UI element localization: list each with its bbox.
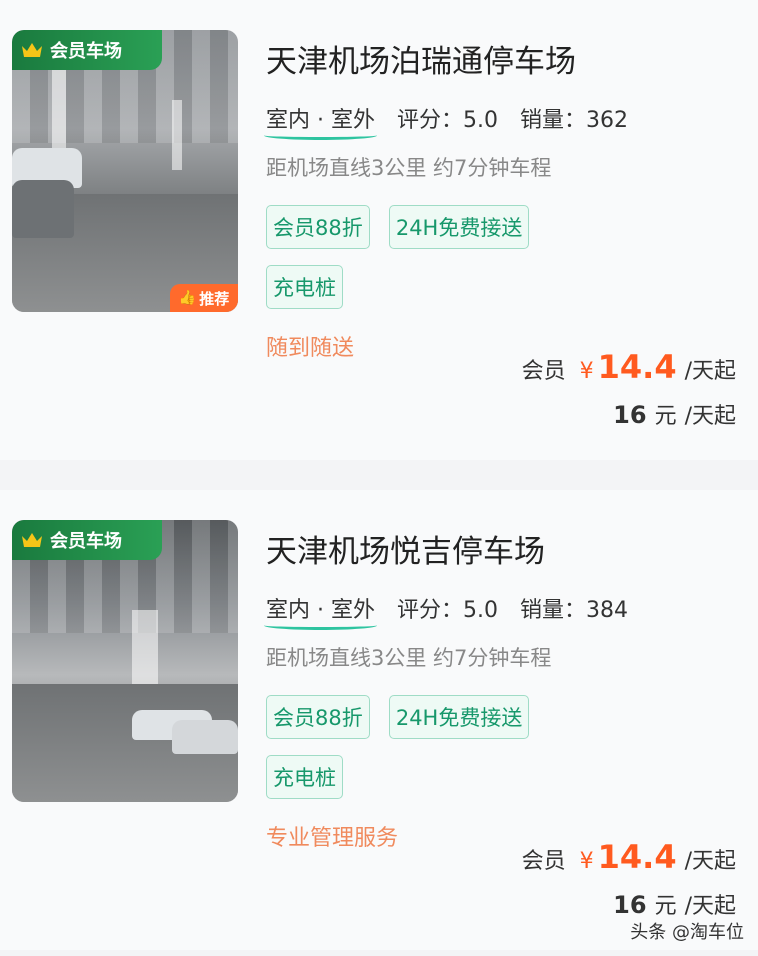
member-price-amount: 14.4 [597, 838, 677, 876]
member-lot-badge: 会员车场 [12, 520, 162, 560]
member-price-label: 会员 [521, 849, 566, 874]
currency-symbol: ¥ [579, 849, 594, 874]
lot-sales: 销量：362 [519, 108, 628, 133]
tag-discount: 会员88折 [266, 695, 370, 739]
member-badge-label: 会员车场 [50, 531, 122, 552]
lot-type: 室内 · 室外 [264, 102, 377, 140]
member-price-label: 会员 [521, 359, 566, 384]
recommend-badge: 👍 推荐 [170, 284, 238, 312]
parking-lot-meta: 室内 · 室外 评分：5.0 销量：384 [264, 592, 628, 630]
parking-listing-card[interactable]: 会员车场 👍 推荐 天津机场泊瑞通停车场 室内 · 室外 评分：5.0 销量：3… [0, 0, 758, 460]
lot-rating: 评分：5.0 [396, 108, 498, 133]
distance-info: 距机场直线3公里 约7分钟车程 [266, 156, 552, 180]
price-unit: /天起 [684, 849, 736, 874]
photo-pillar [172, 100, 182, 170]
photo-car [172, 720, 238, 754]
tag-shuttle: 24H免费接送 [388, 695, 530, 739]
lot-sales: 销量：384 [519, 598, 628, 623]
lot-rating: 评分：5.0 [396, 598, 498, 623]
parking-lot-meta: 室内 · 室外 评分：5.0 销量：362 [264, 102, 628, 140]
lot-type: 室内 · 室外 [264, 592, 377, 630]
tag-discount: 会员88折 [266, 205, 370, 249]
regular-price: 16 元 /天起 [613, 888, 736, 920]
thumbs-up-icon: 👍 [178, 290, 197, 306]
parking-lot-name[interactable]: 天津机场泊瑞通停车场 [266, 36, 576, 81]
service-note: 随到随送 [266, 336, 355, 361]
regular-price-unit: /天起 [684, 894, 736, 919]
member-price: 会员 ¥ 14.4 /天起 [522, 838, 736, 876]
photo-car [12, 180, 74, 238]
parking-lot-photo[interactable]: 会员车场 [12, 520, 238, 802]
source-watermark: 头条 @淘车位 [630, 922, 744, 943]
member-badge-label: 会员车场 [50, 41, 122, 62]
service-note: 专业管理服务 [266, 826, 399, 851]
price-unit: /天起 [684, 359, 736, 384]
regular-price-currency: 元 [654, 894, 677, 919]
regular-price-currency: 元 [654, 404, 677, 429]
feature-tags: 会员88折 24H免费接送 充电桩 [266, 695, 566, 815]
member-price: 会员 ¥ 14.4 /天起 [522, 348, 736, 386]
regular-price-amount: 16 [613, 401, 647, 429]
member-lot-badge: 会员车场 [12, 30, 162, 70]
parking-lot-name[interactable]: 天津机场悦吉停车场 [266, 526, 545, 571]
regular-price: 16 元 /天起 [613, 398, 736, 430]
crown-icon [22, 43, 42, 57]
recommend-badge-label: 推荐 [199, 289, 230, 308]
parking-lot-photo[interactable]: 会员车场 👍 推荐 [12, 30, 238, 312]
currency-symbol: ¥ [579, 359, 594, 384]
tag-shuttle: 24H免费接送 [388, 205, 530, 249]
tag-charging: 充电桩 [266, 755, 343, 799]
crown-icon [22, 533, 42, 547]
regular-price-amount: 16 [613, 891, 647, 919]
feature-tags: 会员88折 24H免费接送 充电桩 [266, 205, 566, 325]
distance-info: 距机场直线3公里 约7分钟车程 [266, 646, 552, 670]
regular-price-unit: /天起 [684, 404, 736, 429]
member-price-amount: 14.4 [597, 348, 677, 386]
parking-listing-card[interactable]: 会员车场 天津机场悦吉停车场 室内 · 室外 评分：5.0 销量：384 距机场… [0, 490, 758, 950]
tag-charging: 充电桩 [266, 265, 343, 309]
